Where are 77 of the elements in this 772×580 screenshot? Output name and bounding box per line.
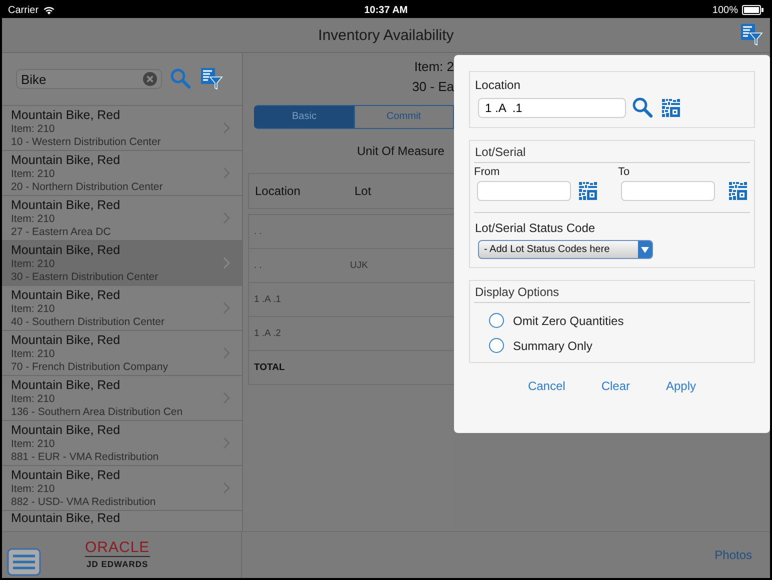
action-button[interactable]: Clear bbox=[595, 375, 636, 397]
field-label: To bbox=[618, 166, 631, 178]
branch-name: 10 - Western Distribution Center bbox=[11, 136, 161, 148]
item-number: Item: 210 bbox=[11, 348, 56, 360]
item-number: Item: 210 bbox=[11, 258, 56, 270]
result-item[interactable]: Mountain Bike, Red Item: 210 30 - Eastern Distribution Center bbox=[2, 241, 242, 286]
column-header: Location bbox=[255, 184, 302, 198]
unit-of-measure-label: Unit Of Measure bbox=[356, 144, 446, 158]
item-number: Item: 210 bbox=[11, 438, 56, 450]
branch-name: 70 - French Distribution Company bbox=[11, 360, 168, 373]
item-number: Item: 210 bbox=[11, 393, 56, 406]
branch-name: 30 - Eastern Distribution Center bbox=[11, 270, 158, 283]
item-name: Mountain Bike, Red bbox=[11, 511, 120, 526]
item-name: Mountain Bike, Red bbox=[11, 423, 122, 438]
clock-time: 10:37 AM bbox=[364, 4, 408, 16]
chevron-icon bbox=[223, 257, 230, 269]
item-number: Item: 210 bbox=[11, 483, 56, 496]
table-cell-text: 1 .A .2 bbox=[254, 328, 282, 339]
branch-name: 30 - Ea bbox=[412, 78, 454, 96]
item-number: Item: 210 bbox=[11, 303, 56, 316]
clear-icon[interactable] bbox=[143, 72, 157, 86]
item-name: Mountain Bike, Red bbox=[11, 243, 122, 258]
filter-icon[interactable] bbox=[200, 67, 224, 91]
field-label: Lot/Serial Status Code bbox=[475, 221, 596, 235]
branch-name: 881 - EUR - VMA Redistribution bbox=[11, 450, 159, 463]
section-heading: Lot/Serial bbox=[474, 145, 750, 163]
column-header: Lot bbox=[354, 184, 372, 198]
table-cell-text: TOTAL bbox=[254, 362, 286, 373]
table-cell-text: . . bbox=[254, 226, 263, 237]
search-icon[interactable] bbox=[632, 97, 654, 119]
action-button[interactable]: Apply bbox=[660, 375, 702, 397]
branch-name: 136 - Southern Area Distribution Cen bbox=[11, 406, 183, 418]
item-number: Item: 210 bbox=[11, 168, 56, 180]
branch-name: 27 - Eastern Area DC bbox=[11, 226, 112, 238]
action-button[interactable]: Cancel bbox=[522, 375, 572, 397]
location-field[interactable]: 1 .A .1 bbox=[478, 98, 626, 118]
field-label: From bbox=[474, 166, 501, 178]
field-label: Location bbox=[475, 78, 522, 92]
battery-icon bbox=[742, 5, 764, 15]
wifi-icon bbox=[42, 6, 55, 14]
option-label: Omit Zero Quantities bbox=[513, 314, 624, 328]
item-name: Mountain Bike, Red bbox=[11, 378, 122, 393]
qr-code-icon[interactable] bbox=[727, 180, 749, 202]
status-code-dropdown[interactable]: - Add Lot Status Codes here bbox=[478, 240, 653, 259]
lot-field[interactable] bbox=[477, 181, 571, 201]
branch-name: 40 - Southern Distribution Center bbox=[11, 316, 164, 328]
search-field[interactable]: Bike bbox=[16, 69, 162, 89]
logo-subtitle: JD EDWARDS bbox=[86, 558, 148, 568]
item-number: Item: 210 bbox=[11, 123, 56, 136]
item-name: Mountain Bike, Red bbox=[11, 333, 122, 348]
branch-name: 882 - USD- VMA Redistribution bbox=[11, 496, 156, 508]
battery-percent: 100% bbox=[712, 4, 738, 16]
item-name: Mountain Bike, Red bbox=[11, 108, 122, 123]
item-name: Mountain Bike, Red bbox=[11, 288, 122, 303]
carrier-name: Carrier bbox=[8, 4, 39, 16]
item-number: Item: 2 bbox=[414, 58, 454, 76]
option-label: Summary Only bbox=[513, 338, 592, 352]
item-name: Mountain Bike, Red bbox=[11, 153, 122, 168]
table-cell-text: UJK bbox=[350, 260, 369, 271]
radio-button[interactable] bbox=[489, 338, 504, 353]
section-heading: Display Options bbox=[474, 285, 750, 303]
radio-button[interactable] bbox=[489, 313, 504, 328]
filter-icon[interactable] bbox=[740, 23, 764, 47]
caret-icon bbox=[641, 246, 649, 252]
menu-icon[interactable] bbox=[7, 548, 41, 576]
item-number: Item: 210 bbox=[11, 213, 56, 226]
table-cell-text: . . bbox=[254, 260, 263, 271]
table-cell-text: 1 .A .1 bbox=[254, 294, 282, 305]
tab[interactable]: Basic bbox=[254, 105, 354, 129]
qr-code-icon[interactable] bbox=[577, 180, 599, 202]
lot-field[interactable] bbox=[621, 181, 715, 201]
branch-name: 20 - Northern Distribution Center bbox=[11, 180, 163, 193]
page-title: Inventory Availability bbox=[318, 26, 454, 44]
item-name: Mountain Bike, Red bbox=[11, 198, 120, 213]
item-name: Mountain Bike, Red bbox=[11, 468, 122, 483]
qr-code-icon[interactable] bbox=[660, 97, 682, 119]
logo-wordmark: ORACLE bbox=[85, 540, 150, 556]
